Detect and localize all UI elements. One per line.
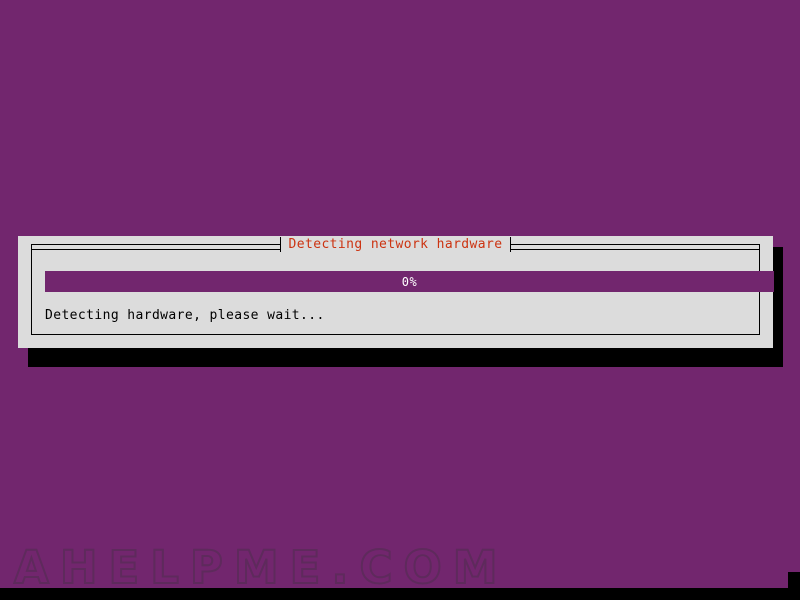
site-watermark: AHELPME.COM <box>13 541 509 594</box>
status-message: Detecting hardware, please wait... <box>45 308 325 323</box>
terminal-cursor <box>788 572 800 590</box>
progress-bar-label: 0% <box>401 274 418 289</box>
terminal-bottom-bar <box>0 588 800 600</box>
progress-bar: 0% <box>45 271 774 292</box>
detecting-network-hardware-dialog: Detecting network hardware 0% Detecting … <box>18 236 774 348</box>
installer-screen: AHELPME.COM Detecting network hardware 0… <box>0 0 800 600</box>
dialog-body: 0% Detecting hardware, please wait... <box>32 245 774 334</box>
